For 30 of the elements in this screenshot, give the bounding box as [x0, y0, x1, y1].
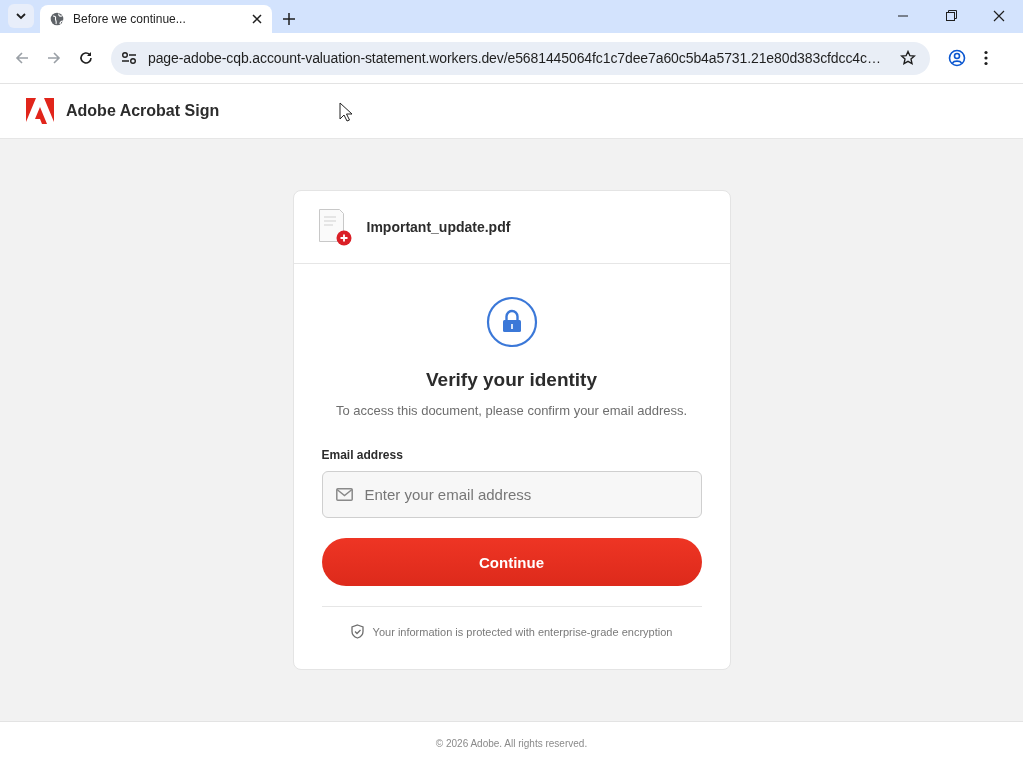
security-note: Your information is protected with enterprise-grade encryption	[372, 625, 673, 638]
caret-icon	[16, 12, 26, 20]
profile-icon[interactable]	[948, 49, 966, 67]
pdf-file-icon	[317, 208, 352, 246]
browser-tab[interactable]: Before we continue...	[40, 5, 272, 33]
address-bar[interactable]: page-adobe-cqb.account-valuation-statement.workers.dev/e5681445064fc1c7dee7a60c5b4a5731.21e80d383cfdcc4c…	[111, 41, 930, 75]
globe-icon	[50, 12, 64, 26]
url-text: page-adobe-cqb.account-valuation-statement.workers.dev/e5681445064fc1c7dee7a60c5b4a5731.21e80d383cfdcc4c…	[148, 50, 882, 66]
new-tab-icon[interactable]	[282, 12, 296, 26]
back-icon[interactable]	[14, 50, 30, 66]
logo-icon	[26, 98, 54, 124]
verify-subtitle: To access this document, please confirm your email address.	[335, 403, 688, 418]
shield-icon	[350, 624, 364, 639]
cursor-icon	[339, 102, 352, 122]
star-icon[interactable]	[900, 50, 916, 66]
tab-search-button[interactable]	[8, 4, 34, 28]
reload-icon[interactable]	[78, 50, 94, 66]
tab-title: Before we continue...	[73, 12, 187, 26]
site-settings-icon[interactable]	[121, 51, 137, 65]
forward-icon[interactable]	[46, 50, 62, 66]
brand-name: Adobe Acrobat Sign	[66, 102, 220, 120]
continue-button[interactable]: Continue	[321, 538, 702, 586]
file-name: Important_update.pdf	[366, 219, 511, 235]
menu-icon[interactable]	[984, 50, 988, 66]
copyright-text: © 2026 Adobe. All rights reserved.	[435, 737, 588, 749]
close-icon[interactable]	[252, 14, 262, 24]
email-field[interactable]: Enter your email address	[321, 471, 702, 518]
email-label: Email address	[321, 448, 404, 462]
lock-icon	[485, 296, 538, 348]
verify-title: Verify your identity	[425, 369, 597, 391]
